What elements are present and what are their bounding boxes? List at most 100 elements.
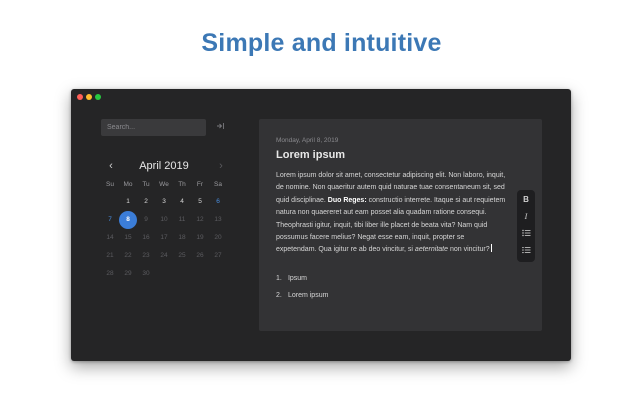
calendar-day[interactable]: 4 (173, 193, 191, 211)
calendar-day-number: 19 (196, 234, 204, 241)
calendar-day[interactable]: 29 (119, 265, 137, 283)
calendar-day-number: 9 (144, 216, 148, 223)
bold-button[interactable]: B (517, 193, 535, 207)
format-toolbar: B I (517, 190, 535, 262)
calendar-day[interactable]: 21 (101, 247, 119, 265)
zoom-window-button[interactable] (95, 94, 101, 100)
calendar-day[interactable]: 28 (101, 265, 119, 283)
headline: Simple and intuitive (201, 29, 442, 57)
calendar-day-number: 1 (126, 198, 130, 205)
calendar-weekdays: Su Mo Tu We Th Fr Sa (101, 181, 227, 188)
note-body-text: constructio interrete. Itaque si aut req… (276, 196, 506, 254)
chevron-right-icon[interactable]: › (215, 159, 227, 173)
calendar-day-number: 20 (214, 234, 222, 241)
calendar-day[interactable]: 6 (209, 193, 227, 211)
note-date: Monday, April 8, 2019 (276, 137, 339, 144)
calendar-day[interactable]: 9 (137, 211, 155, 229)
list-item-text: Lorem ipsum (287, 292, 329, 299)
calendar-day[interactable]: 3 (155, 193, 173, 211)
calendar-day[interactable]: 17 (155, 229, 173, 247)
list-item[interactable]: 2. Lorem ipsum (276, 292, 328, 309)
calendar-day[interactable]: 18 (173, 229, 191, 247)
bullet-list-icon[interactable] (517, 228, 535, 242)
calendar-empty-cell (155, 265, 173, 283)
close-window-button[interactable] (77, 94, 83, 100)
calendar-day-number: 28 (106, 270, 114, 277)
calendar-day[interactable]: 2 (137, 193, 155, 211)
calendar-day-number: 13 (214, 216, 222, 223)
calendar-day-number: 22 (124, 252, 132, 259)
calendar-day-number: 14 (106, 234, 114, 241)
calendar-empty-cell (191, 265, 209, 283)
calendar-day-number: 26 (196, 252, 204, 259)
calendar-day[interactable]: 7 (101, 211, 119, 229)
window-controls (77, 94, 101, 100)
calendar-day[interactable]: 26 (191, 247, 209, 265)
list-item-text: Ipsum (287, 275, 308, 282)
calendar-day[interactable]: 25 (173, 247, 191, 265)
calendar-day[interactable]: 24 (155, 247, 173, 265)
calendar-day-number: 10 (160, 216, 168, 223)
note-body-italic: aeternitate (414, 246, 449, 254)
numbered-list-icon[interactable] (517, 245, 535, 259)
weekday-label: Su (106, 181, 114, 188)
weekday-label: Th (178, 181, 186, 188)
list-item-number: 1. (276, 275, 282, 282)
calendar-day[interactable]: 12 (191, 211, 209, 229)
calendar-day-number: 30 (142, 270, 150, 277)
calendar-day[interactable]: 11 (173, 211, 191, 229)
calendar-month-title: April 2019 (139, 160, 189, 172)
minimize-window-button[interactable] (86, 94, 92, 100)
calendar-week: 7 8 9 10 11 12 13 (101, 211, 227, 229)
calendar-day[interactable]: 1 (119, 193, 137, 211)
calendar-day-number: 18 (178, 234, 186, 241)
calendar-day[interactable]: 27 (209, 247, 227, 265)
weekday-label: We (159, 181, 169, 188)
calendar-day-number: 21 (106, 252, 114, 259)
search-input[interactable] (101, 119, 206, 136)
weekday-label: Tu (142, 181, 150, 188)
list-item[interactable]: 1. Ipsum (276, 275, 328, 292)
italic-button[interactable]: I (517, 210, 535, 224)
note-editor[interactable]: Monday, April 8, 2019 Lorem ipsum Lorem … (259, 119, 542, 331)
calendar-week: 14 15 16 17 18 19 20 (101, 229, 227, 247)
note-body[interactable]: Lorem ipsum dolor sit amet, consectetur … (276, 170, 506, 257)
numbered-list[interactable]: 1. Ipsum 2. Lorem ipsum (276, 275, 328, 309)
note-title[interactable]: Lorem ipsum (276, 149, 345, 161)
calendar-week: 28 29 30 (101, 265, 227, 283)
calendar-day[interactable]: 10 (155, 211, 173, 229)
calendar-day-number: 8 (126, 216, 130, 223)
calendar-day-number: 5 (198, 198, 202, 205)
calendar-day[interactable]: 22 (119, 247, 137, 265)
calendar-day[interactable]: 20 (209, 229, 227, 247)
calendar-empty-cell (173, 265, 191, 283)
calendar-day[interactable]: 5 (191, 193, 209, 211)
calendar-day-number: 6 (216, 198, 220, 205)
app-window: ‹ April 2019 › SuMoTuWeThFrSa 1234567891… (71, 89, 571, 361)
calendar-day[interactable]: 30 (137, 265, 155, 283)
note-body-text: non vincitur? (448, 246, 490, 254)
calendar-day-number: 16 (142, 234, 150, 241)
calendar-day-number: 25 (178, 252, 186, 259)
calendar-day[interactable]: 15 (119, 229, 137, 247)
calendar-day-number: 12 (196, 216, 204, 223)
calendar-day[interactable]: 23 (137, 247, 155, 265)
weekday-label: Sa (214, 181, 222, 188)
calendar-day[interactable]: 14 (101, 229, 119, 247)
calendar-day[interactable]: 8 (119, 211, 137, 229)
calendar-day-number: 24 (160, 252, 168, 259)
calendar-week: 1 2 3 4 5 6 (101, 193, 227, 211)
calendar-day-number: 17 (160, 234, 168, 241)
sidebar-collapse-icon[interactable] (215, 122, 225, 132)
calendar-day-number: 15 (124, 234, 132, 241)
calendar-day-number: 23 (142, 252, 150, 259)
calendar-day-number: 4 (180, 198, 184, 205)
note-body-bold: Duo Reges: (327, 196, 367, 204)
calendar-empty-cell (209, 265, 227, 283)
calendar-day[interactable]: 13 (209, 211, 227, 229)
calendar-day[interactable]: 19 (191, 229, 209, 247)
calendar-empty-cell (101, 193, 119, 211)
calendar-day-number: 29 (124, 270, 132, 277)
calendar-day-number: 7 (108, 216, 112, 223)
calendar-day[interactable]: 16 (137, 229, 155, 247)
